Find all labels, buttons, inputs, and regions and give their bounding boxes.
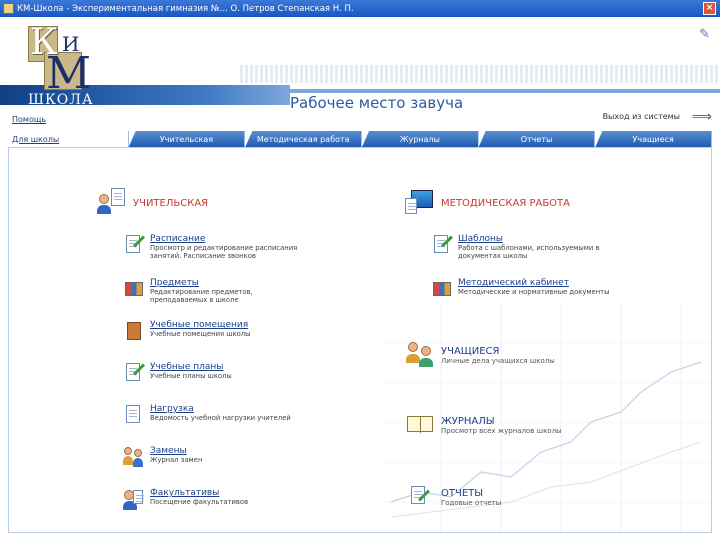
tab-for-school[interactable]: Для школы xyxy=(8,131,129,147)
tab-teachers-room[interactable]: Учительская xyxy=(128,131,246,147)
menu-item-curricula[interactable]: Учебные планы Учебные планы школы xyxy=(123,362,232,384)
menu-item-classrooms[interactable]: Учебные помещения Учебные помещения школ… xyxy=(123,320,250,342)
item-label[interactable]: Факультативы xyxy=(150,488,248,498)
item-desc: Журнал замен xyxy=(150,456,203,464)
item-label[interactable]: Учебные планы xyxy=(150,362,232,372)
item-label[interactable]: Расписание xyxy=(150,234,300,244)
people-icon xyxy=(123,446,145,468)
section-desc-journals: Просмотр всех журналов школы xyxy=(441,426,562,435)
item-label[interactable]: Предметы xyxy=(150,278,300,288)
header: ✎ К И М ШКОЛА Рабочее место завуча Помощ… xyxy=(0,17,720,127)
edit-icon[interactable]: ✎ xyxy=(699,27,710,42)
section-students[interactable]: УЧАЩИЕСЯ Личные дела учащихся школы xyxy=(405,340,555,370)
item-label[interactable]: Замены xyxy=(150,446,202,456)
logo: К И М ШКОЛА xyxy=(8,22,98,108)
item-desc: Просмотр и редактирование расписания зан… xyxy=(150,244,298,260)
help-link[interactable]: Помощь xyxy=(12,115,46,124)
app-icon xyxy=(3,3,14,14)
door-icon xyxy=(123,320,145,342)
header-band-line xyxy=(290,89,720,93)
exit-arrow-icon[interactable]: ⟹ xyxy=(692,109,712,125)
menu-item-electives[interactable]: Факультативы Посещение факультативов xyxy=(123,488,248,510)
students-icon xyxy=(405,340,435,370)
section-title-students: УЧАЩИЕСЯ xyxy=(441,345,500,357)
tab-methodical-work[interactable]: Методическая работа xyxy=(245,131,363,147)
section-methodical-work[interactable]: МЕТОДИЧЕСКАЯ РАБОТА xyxy=(405,188,570,218)
item-desc: Учебные планы школы xyxy=(150,372,232,380)
page-title: Рабочее место завуча xyxy=(290,94,464,112)
tab-journals[interactable]: Журналы xyxy=(362,131,479,147)
section-reports[interactable]: ОТЧЕТЫ Годовые отчеты xyxy=(405,482,501,512)
section-teachers-room[interactable]: УЧИТЕЛЬСКАЯ xyxy=(97,188,208,218)
main-panel: УЧИТЕЛЬСКАЯ Расписание Просмотр и редакт… xyxy=(8,147,712,533)
close-icon[interactable]: × xyxy=(703,2,716,15)
menu-item-substitutions[interactable]: Замены Журнал замен xyxy=(123,446,202,468)
item-desc: Посещение факультативов xyxy=(150,498,249,506)
item-desc: Методические и нормативные документы xyxy=(458,288,610,296)
tab-students[interactable]: Учащиеся xyxy=(595,131,713,147)
books-icon xyxy=(431,278,453,300)
tab-reports[interactable]: Отчеты xyxy=(478,131,596,147)
exit-link[interactable]: Выход из системы xyxy=(603,112,680,121)
books-icon xyxy=(123,278,145,300)
workload-icon xyxy=(123,404,145,426)
menu-item-schedule[interactable]: Расписание Просмотр и редактирование рас… xyxy=(123,234,300,260)
section-title-journals: ЖУРНАЛЫ xyxy=(441,415,495,427)
section-title-methodical-work: МЕТОДИЧЕСКАЯ РАБОТА xyxy=(441,197,570,209)
header-stripes xyxy=(240,65,720,83)
menu-item-subjects[interactable]: Предметы Редактирование предметов, препо… xyxy=(123,278,300,304)
item-desc: Работа с шаблонами, используемыми в доку… xyxy=(458,244,600,260)
item-desc: Ведомость учебной нагрузки учителей xyxy=(150,414,291,422)
menu-item-methodical-office[interactable]: Методический кабинет Методические и норм… xyxy=(431,278,609,300)
teacher-icon xyxy=(97,188,127,218)
section-journals[interactable]: ЖУРНАЛЫ Просмотр всех журналов школы xyxy=(405,410,562,440)
section-title-teachers-room: УЧИТЕЛЬСКАЯ xyxy=(133,197,209,209)
window-titlebar: КМ-Школа - Экспериментальная гимназия №.… xyxy=(0,0,720,17)
item-label[interactable]: Учебные помещения xyxy=(150,320,250,330)
electives-icon xyxy=(123,488,145,510)
item-label[interactable]: Нагрузка xyxy=(150,404,291,414)
section-title-reports: ОТЧЕТЫ xyxy=(441,487,484,499)
tab-bar: Для школы Учительская Методическая работ… xyxy=(8,131,713,147)
reports-icon xyxy=(405,482,435,512)
logo-school: ШКОЛА xyxy=(28,92,94,108)
item-desc: Учебные помещения школы xyxy=(150,330,251,338)
journal-icon xyxy=(405,410,435,440)
menu-item-workload[interactable]: Нагрузка Ведомость учебной нагрузки учит… xyxy=(123,404,291,426)
item-label[interactable]: Методический кабинет xyxy=(458,278,609,288)
schedule-icon xyxy=(123,234,146,256)
menu-item-templates[interactable]: Шаблоны Работа с шаблонами, используемым… xyxy=(431,234,608,260)
item-label[interactable]: Шаблоны xyxy=(458,234,608,244)
section-desc-reports: Годовые отчеты xyxy=(441,498,502,507)
section-desc-students: Личные дела учащихся школы xyxy=(441,356,555,365)
templates-icon xyxy=(431,234,454,256)
monitor-icon xyxy=(405,188,435,218)
window-title: КМ-Школа - Экспериментальная гимназия №.… xyxy=(17,3,354,14)
curriculum-icon xyxy=(123,362,146,384)
item-desc: Редактирование предметов, преподаваемых … xyxy=(150,288,253,304)
